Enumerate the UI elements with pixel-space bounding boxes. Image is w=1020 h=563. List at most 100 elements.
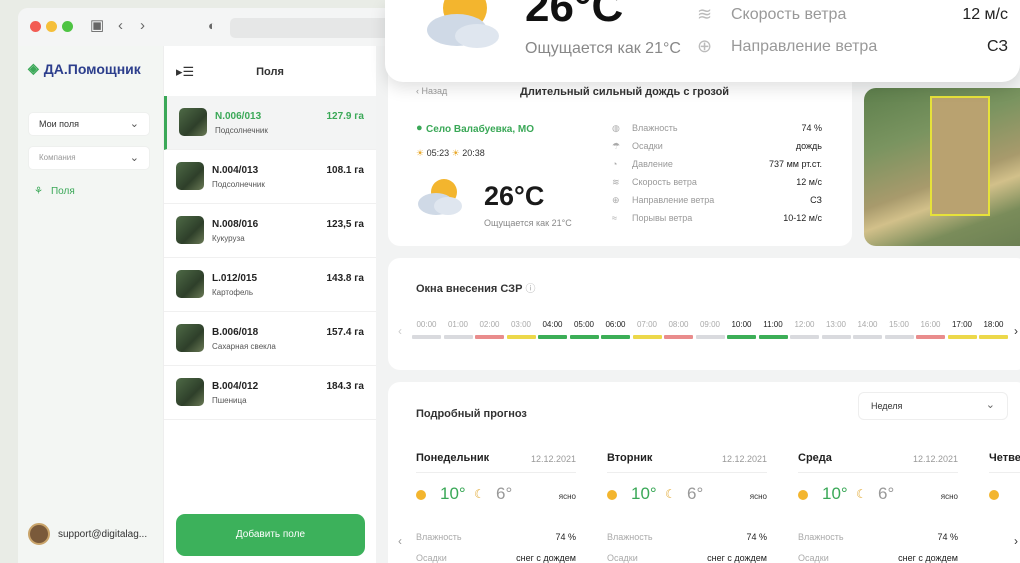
sunrise-time: 05:23 xyxy=(426,148,450,158)
field-area: 157.4 га xyxy=(326,327,364,338)
field-thumbnail xyxy=(176,162,204,190)
hour-status-bar xyxy=(695,335,725,339)
hour-slot[interactable]: 05:00 xyxy=(569,320,599,339)
address-bar[interactable] xyxy=(230,18,390,38)
current-temperature: 26°C xyxy=(484,181,545,211)
humidity-value: 74 % xyxy=(555,532,576,542)
field-map[interactable] xyxy=(864,88,1020,246)
forward-nav-icon[interactable]: › xyxy=(140,17,145,35)
hour-slot[interactable]: 16:00 xyxy=(916,320,945,339)
back-button[interactable]: ‹ Назад xyxy=(416,86,447,96)
field-id: L.012/015 xyxy=(212,273,258,284)
field-id: N.008/016 xyxy=(212,219,259,230)
day-description: ясно xyxy=(558,492,576,501)
divider xyxy=(416,472,576,473)
hour-slot[interactable]: 01:00 xyxy=(443,320,473,339)
hour-slot[interactable]: 14:00 xyxy=(853,320,882,339)
hourly-spray-scale: 00:00 01:00 02:00 03:00 04:00 05:00 06:00 07:00… xyxy=(412,320,1008,339)
hour-slot[interactable]: 15:00 xyxy=(884,320,914,339)
chevron-down-icon: ⌄ xyxy=(129,118,139,130)
chevron-right-icon[interactable]: › xyxy=(1014,324,1018,338)
field-area: 108.1 га xyxy=(326,165,364,176)
sidebar-item-fields[interactable]: ⚘ Поля xyxy=(34,186,75,197)
sun-times: ☀ 05:23 ☀ 20:38 xyxy=(416,148,485,159)
sidebar-item-label: Поля xyxy=(50,186,75,197)
sidebar: ◈ ДА.Помощник Мои поля ⌄ Компания ⌄ ⚘ По… xyxy=(18,46,163,563)
app-logo[interactable]: ◈ ДА.Помощник xyxy=(28,60,141,77)
add-field-button[interactable]: Добавить поле xyxy=(176,514,365,556)
field-area: 184.3 га xyxy=(326,381,364,392)
hour-status-bar xyxy=(412,335,441,339)
divider xyxy=(607,472,767,473)
field-list-item[interactable]: B.004/012 Пшеница 184.3 га xyxy=(164,366,376,420)
precipitation-label: Осадки xyxy=(416,553,447,563)
my-fields-select[interactable]: Мои поля ⌄ xyxy=(28,112,150,136)
hour-slot[interactable]: 03:00 xyxy=(506,320,536,339)
user-profile[interactable]: support@digitalag... xyxy=(28,523,147,545)
field-crop: Подсолнечник xyxy=(215,126,268,135)
popup-wind-speed: 12 м/с xyxy=(962,6,1008,23)
hour-status-bar xyxy=(569,335,599,339)
chevron-right-icon[interactable]: › xyxy=(1014,534,1018,548)
hour-slot[interactable]: 10:00 xyxy=(727,320,756,339)
minimize-window-button[interactable] xyxy=(46,21,57,32)
location-pin-icon: ● xyxy=(416,122,423,134)
sunrise-icon: ☀ xyxy=(416,148,425,158)
user-email: support@digitalag... xyxy=(58,528,148,540)
hour-label: 02:00 xyxy=(479,320,500,329)
chevron-left-icon[interactable]: ‹ xyxy=(398,534,402,548)
stat-value: дождь xyxy=(795,141,822,151)
hour-status-bar xyxy=(664,335,693,339)
field-list-item[interactable]: B.006/018 Сахарная свекла 157.4 га xyxy=(164,312,376,366)
hour-status-bar xyxy=(538,335,567,339)
info-icon[interactable]: ⓘ xyxy=(525,284,535,295)
night-temperature: 6° xyxy=(687,484,704,503)
company-select[interactable]: Компания ⌄ xyxy=(28,146,150,170)
maximize-window-button[interactable] xyxy=(62,21,73,32)
hour-slot[interactable]: 06:00 xyxy=(601,320,630,339)
chevron-left-icon[interactable]: ‹ xyxy=(398,324,402,338)
feels-like: Ощущается как 21°C xyxy=(484,218,572,228)
hour-slot[interactable]: 02:00 xyxy=(475,320,504,339)
hour-slot[interactable]: 07:00 xyxy=(632,320,662,339)
hour-slot[interactable]: 17:00 xyxy=(947,320,977,339)
hour-status-bar xyxy=(947,335,977,339)
hour-slot[interactable]: 00:00 xyxy=(412,320,441,339)
field-list-item[interactable]: L.012/015 Картофель 143.8 га xyxy=(164,258,376,312)
hour-slot[interactable]: 08:00 xyxy=(664,320,693,339)
sidebar-toggle-icon[interactable]: ▣ xyxy=(90,17,104,35)
hour-label: 06:00 xyxy=(605,320,626,329)
hour-slot[interactable]: 13:00 xyxy=(821,320,851,339)
back-label: Назад xyxy=(421,86,448,96)
field-thumbnail xyxy=(179,108,207,136)
humidity-label: Влажность xyxy=(416,532,462,542)
hour-label: 08:00 xyxy=(668,320,689,329)
close-window-button[interactable] xyxy=(30,21,41,32)
field-list-item[interactable]: N.006/013 Подсолнечник 127.9 га xyxy=(164,96,376,150)
hour-status-bar xyxy=(979,335,1008,339)
wind-icon: ≋ xyxy=(697,4,713,24)
hour-slot[interactable]: 09:00 xyxy=(695,320,725,339)
day-temperature: 10° xyxy=(822,484,848,503)
field-crop: Кукуруза xyxy=(212,234,245,243)
stat-value: СЗ xyxy=(810,195,822,205)
hour-slot[interactable]: 04:00 xyxy=(538,320,567,339)
day-description: ясно xyxy=(940,492,958,501)
hour-slot[interactable]: 12:00 xyxy=(790,320,819,339)
period-select[interactable]: Неделя ⌄ xyxy=(858,392,1008,420)
hour-slot[interactable]: 18:00 xyxy=(979,320,1008,339)
hour-status-bar xyxy=(853,335,882,339)
hour-status-bar xyxy=(790,335,819,339)
period-label: Неделя xyxy=(871,401,903,411)
stat-row: ≈ Порывы ветра 10-12 м/с xyxy=(612,213,822,231)
field-list-item[interactable]: N.004/013 Подсолнечник 108.1 га xyxy=(164,150,376,204)
humidity-icon: ◍ xyxy=(612,123,620,133)
moon-icon: ☾ xyxy=(665,487,676,501)
field-boundary xyxy=(930,96,990,216)
stat-value: 74 % xyxy=(801,123,822,133)
field-list-item[interactable]: N.008/016 Кукуруза 123,5 га xyxy=(164,204,376,258)
hour-status-bar xyxy=(475,335,504,339)
precipitation-label: Осадки xyxy=(607,553,638,563)
back-nav-icon[interactable]: ‹ xyxy=(118,17,123,35)
hour-slot[interactable]: 11:00 xyxy=(758,320,788,339)
